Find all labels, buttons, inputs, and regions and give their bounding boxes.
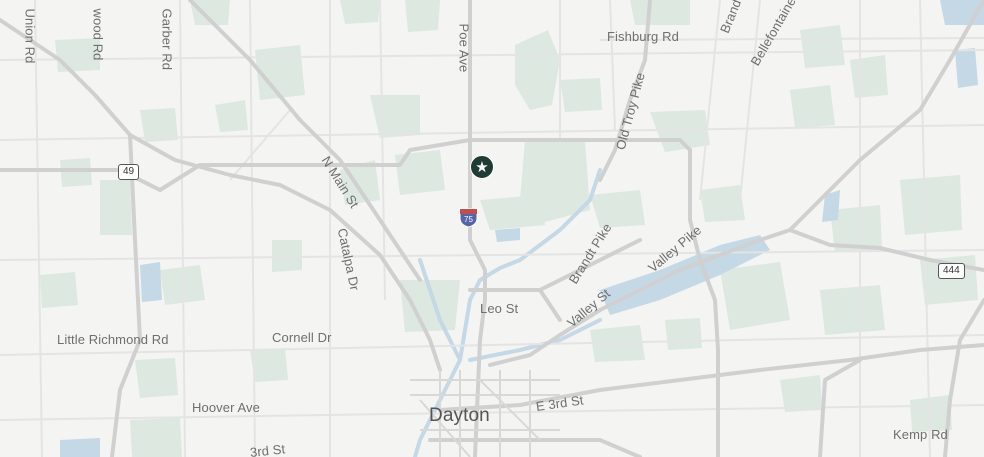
label-little-richmond-rd: Little Richmond Rd <box>57 332 169 347</box>
label-leo-st: Leo St <box>480 301 519 316</box>
map-base-layer <box>0 0 984 457</box>
label-union-rd: Union Rd <box>22 8 38 64</box>
star-icon: ★ <box>475 158 489 176</box>
label-garber-rd: Garber Rd <box>159 8 175 71</box>
label-kemp-rd: Kemp Rd <box>893 427 948 442</box>
label-cornell-dr: Cornell Dr <box>272 330 332 345</box>
label-3rd-st: 3rd St <box>249 441 286 457</box>
route-shield-49: 49 <box>118 164 140 180</box>
map-canvas[interactable]: Union Rd wood Rd Garber Rd Poe Ave Fishb… <box>0 0 984 457</box>
interstate-shield-label: 75 <box>464 215 473 224</box>
location-marker[interactable]: ★ <box>470 155 494 179</box>
route-shield-444: 444 <box>938 263 965 279</box>
label-hoover-ave: Hoover Ave <box>192 400 260 415</box>
label-poe-ave: Poe Ave <box>456 23 472 73</box>
label-wood-rd: wood Rd <box>90 8 106 61</box>
interstate-shield-75: 75 <box>459 208 478 228</box>
city-label-dayton: Dayton <box>429 405 490 426</box>
label-fishburg-rd: Fishburg Rd <box>607 29 679 44</box>
